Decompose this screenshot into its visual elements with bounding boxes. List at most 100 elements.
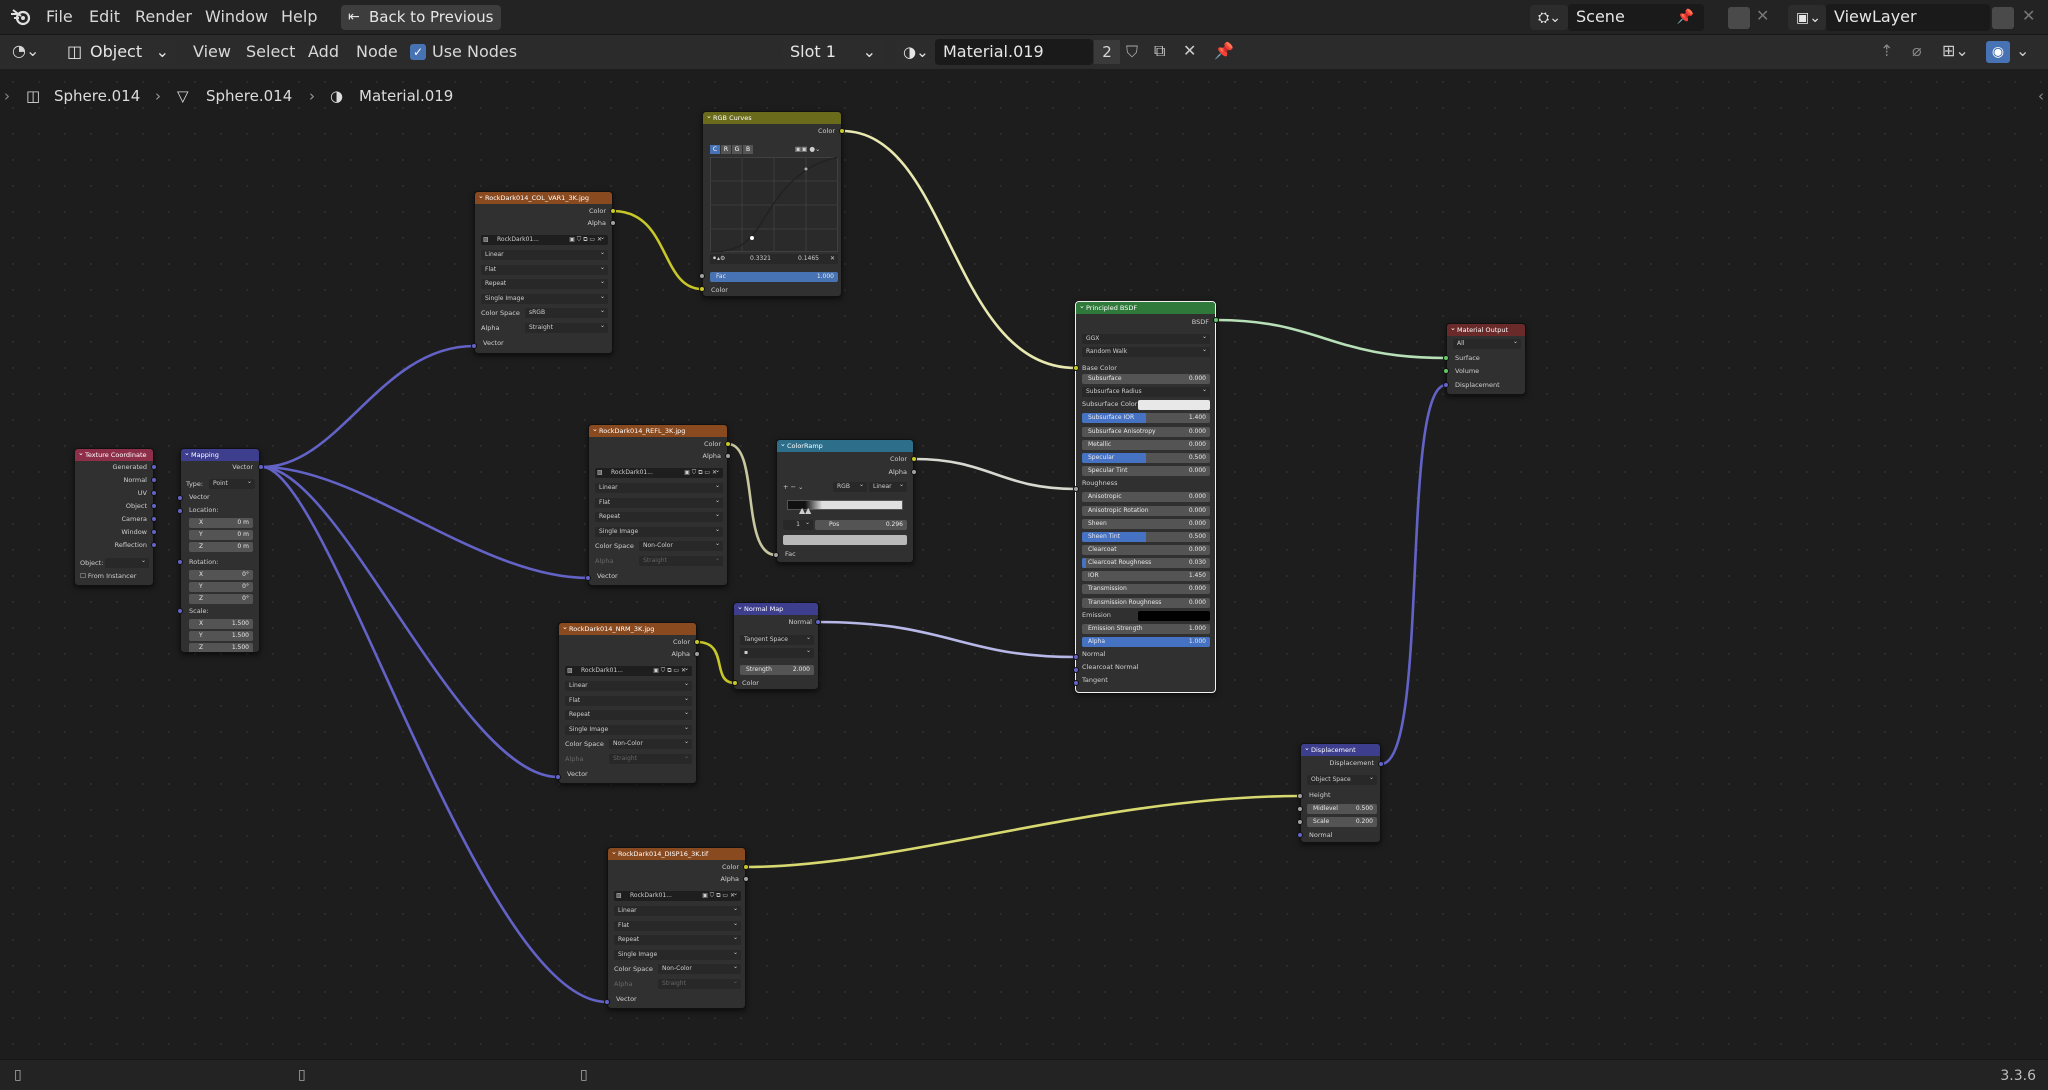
node-socket[interactable] xyxy=(258,464,264,470)
node-socket[interactable] xyxy=(151,464,157,470)
extension-dropdown[interactable]: Repeat xyxy=(595,512,723,522)
curve-channel-tab-r[interactable]: R xyxy=(721,145,731,154)
curve-point-coords[interactable]: ⚫▴⚙ 0.3321 0.1465 ✕ xyxy=(710,254,838,264)
node-socket[interactable] xyxy=(743,864,749,870)
color-space-dropdown[interactable]: Non-Color xyxy=(609,739,692,749)
node-socket[interactable] xyxy=(1073,680,1079,686)
input-transmission-roughness[interactable]: Transmission Roughness 0.000 xyxy=(1082,597,1210,608)
input-subsurface-ior[interactable]: Subsurface IOR 1.400 xyxy=(1082,413,1210,424)
curve-point[interactable] xyxy=(804,167,808,171)
rot-x-field[interactable]: X 0° xyxy=(189,570,253,580)
image-actions-icon[interactable]: ▣ ⛉ ⧉ ▭ ✕ xyxy=(653,666,686,676)
node-socket[interactable] xyxy=(151,490,157,496)
input-specular[interactable]: Specular 0.500 xyxy=(1082,452,1210,463)
node-socket[interactable] xyxy=(610,208,616,214)
alpha-mode-dropdown[interactable]: Straight xyxy=(609,754,692,764)
node-socket[interactable] xyxy=(151,503,157,509)
projection-dropdown[interactable]: Flat xyxy=(481,264,608,275)
ramp-pos-slider[interactable]: Pos 0.296 xyxy=(815,520,907,530)
input-emission[interactable]: Emission xyxy=(1082,610,1210,621)
node-socket[interactable] xyxy=(177,495,183,501)
interpolation-dropdown[interactable]: Linear xyxy=(614,906,741,916)
scl-x-field[interactable]: X 1.500 xyxy=(189,619,253,629)
source-dropdown[interactable]: Single Image xyxy=(481,293,608,304)
distribution-dropdown[interactable]: GGX xyxy=(1082,334,1210,344)
rot-z-field[interactable]: Z 0° xyxy=(189,594,253,604)
mapping-node[interactable]: Mapping Vector Type: Point Vector Locati… xyxy=(180,448,260,653)
displacement-node[interactable]: Displacement Displacement Object Space H… xyxy=(1300,743,1381,843)
curve-channel-tab-c[interactable]: C xyxy=(710,145,720,154)
input-clearcoat-roughness[interactable]: Clearcoat Roughness 0.030 xyxy=(1082,558,1210,569)
node-socket[interactable] xyxy=(911,469,917,475)
image-actions-icon[interactable]: ▣ ⛉ ⧉ ▭ ✕ xyxy=(702,891,735,901)
node-socket[interactable] xyxy=(177,559,183,565)
strength-slider[interactable]: Strength 2.000 xyxy=(740,665,814,675)
midlevel-slider[interactable]: Midlevel 0.500 xyxy=(1307,804,1377,814)
node-socket[interactable] xyxy=(773,552,779,558)
input-transmission[interactable]: Transmission 0.000 xyxy=(1082,584,1210,595)
node-socket[interactable] xyxy=(151,477,157,483)
source-dropdown[interactable]: Single Image xyxy=(565,724,692,735)
alpha-mode-dropdown[interactable]: Straight xyxy=(525,323,608,333)
principled-bsdf-node[interactable]: Principled BSDF BSDF GGX Random Walk Bas… xyxy=(1075,301,1216,693)
color-swatch[interactable] xyxy=(1138,610,1210,621)
curve-x[interactable]: 0.3321 xyxy=(750,254,771,264)
input-specular-tint[interactable]: Specular Tint 0.000 xyxy=(1082,466,1210,477)
node-socket[interactable] xyxy=(1297,832,1303,838)
node-socket[interactable] xyxy=(1443,355,1449,361)
input-clearcoat[interactable]: Clearcoat 0.000 xyxy=(1082,544,1210,555)
ramp-stop-handle[interactable]: ▲▲ xyxy=(799,506,811,515)
loc-x-field[interactable]: X 0 m xyxy=(189,518,253,528)
node-socket[interactable] xyxy=(815,619,821,625)
image-texture-node-nrm[interactable]: RockDark014_NRM_3K.jpg Color Alpha RockDark… xyxy=(558,622,697,784)
curve-channel-tab-g[interactable]: G xyxy=(732,145,742,154)
rot-y-field[interactable]: Y 0° xyxy=(189,582,253,592)
node-socket[interactable] xyxy=(555,774,561,780)
node-socket[interactable] xyxy=(177,508,183,514)
curve-y[interactable]: 0.1465 xyxy=(798,254,819,264)
fac-slider[interactable]: Fac 1.000 xyxy=(710,272,838,282)
node-socket[interactable] xyxy=(585,575,591,581)
texture-coordinate-node[interactable]: Texture Coordinate Generated Normal UV O… xyxy=(74,448,154,586)
scale-slider[interactable]: Scale 0.200 xyxy=(1307,817,1377,827)
space-dropdown[interactable]: Tangent Space xyxy=(740,635,814,645)
image-datablock[interactable]: RockDark01... ▨ ▣ ⛉ ⧉ ▭ ✕ xyxy=(565,666,692,676)
image-texture-node-disp[interactable]: RockDark014_DISP16_3K.tif Color Alpha RockD… xyxy=(607,847,746,1009)
node-socket[interactable] xyxy=(604,999,610,1005)
projection-dropdown[interactable]: Flat xyxy=(614,920,741,931)
from-instancer-checkbox[interactable]: ☐ From Instancer xyxy=(80,572,136,581)
color-swatch[interactable] xyxy=(1138,400,1210,411)
subsurface-method-dropdown[interactable]: Random Walk xyxy=(1082,347,1210,357)
curve-channel-tab-b[interactable]: B xyxy=(743,145,753,154)
node-socket[interactable] xyxy=(1443,382,1449,388)
alpha-mode-dropdown[interactable]: Straight xyxy=(639,556,723,566)
input-ior[interactable]: IOR 1.450 xyxy=(1082,571,1210,582)
node-socket[interactable] xyxy=(1213,317,1219,323)
node-socket[interactable] xyxy=(732,680,738,686)
image-texture-node-col[interactable]: RockDark014_COL_VAR1_3K.jpg Color Alpha Roc… xyxy=(474,191,613,354)
material-output-node[interactable]: Material Output All Surface Volume Displ… xyxy=(1446,323,1526,395)
ramp-mode-dropdown[interactable]: RGB xyxy=(833,482,867,492)
alpha-mode-dropdown[interactable]: Straight xyxy=(658,979,741,989)
curve-tool-icons[interactable]: ▣▣ ●⌄ xyxy=(795,145,820,154)
interpolation-dropdown[interactable]: Linear xyxy=(565,681,692,691)
node-socket[interactable] xyxy=(1297,806,1303,812)
node-socket[interactable] xyxy=(743,876,749,882)
node-socket[interactable] xyxy=(699,273,705,279)
loc-y-field[interactable]: Y 0 m xyxy=(189,530,253,540)
input-anisotropic-rotation[interactable]: Anisotropic Rotation 0.000 xyxy=(1082,505,1210,516)
node-socket[interactable] xyxy=(1073,365,1079,371)
node-socket[interactable] xyxy=(1443,368,1449,374)
node-socket[interactable] xyxy=(1297,819,1303,825)
node-socket[interactable] xyxy=(699,286,705,292)
color-space-dropdown[interactable]: Non-Color xyxy=(658,964,741,974)
input-metallic[interactable]: Metallic 0.000 xyxy=(1082,439,1210,450)
image-texture-node-refl[interactable]: RockDark014_REFL_3K.jpg Color Alpha RockDar… xyxy=(588,424,728,586)
scl-z-field[interactable]: Z 1.500 xyxy=(189,643,253,652)
object-field[interactable] xyxy=(105,558,149,568)
image-actions-icon[interactable]: ▣ ⛉ ⧉ ▭ ✕ xyxy=(569,235,602,245)
curve-point[interactable] xyxy=(750,236,754,240)
rgb-curves-node[interactable]: RGB Curves Color CRGB ▣▣ ●⌄ ⚫▴⚙ 0.3321 0… xyxy=(702,111,842,297)
type-dropdown[interactable]: Point xyxy=(209,479,255,489)
input-subsurface-color[interactable]: Subsurface Color xyxy=(1082,400,1210,411)
